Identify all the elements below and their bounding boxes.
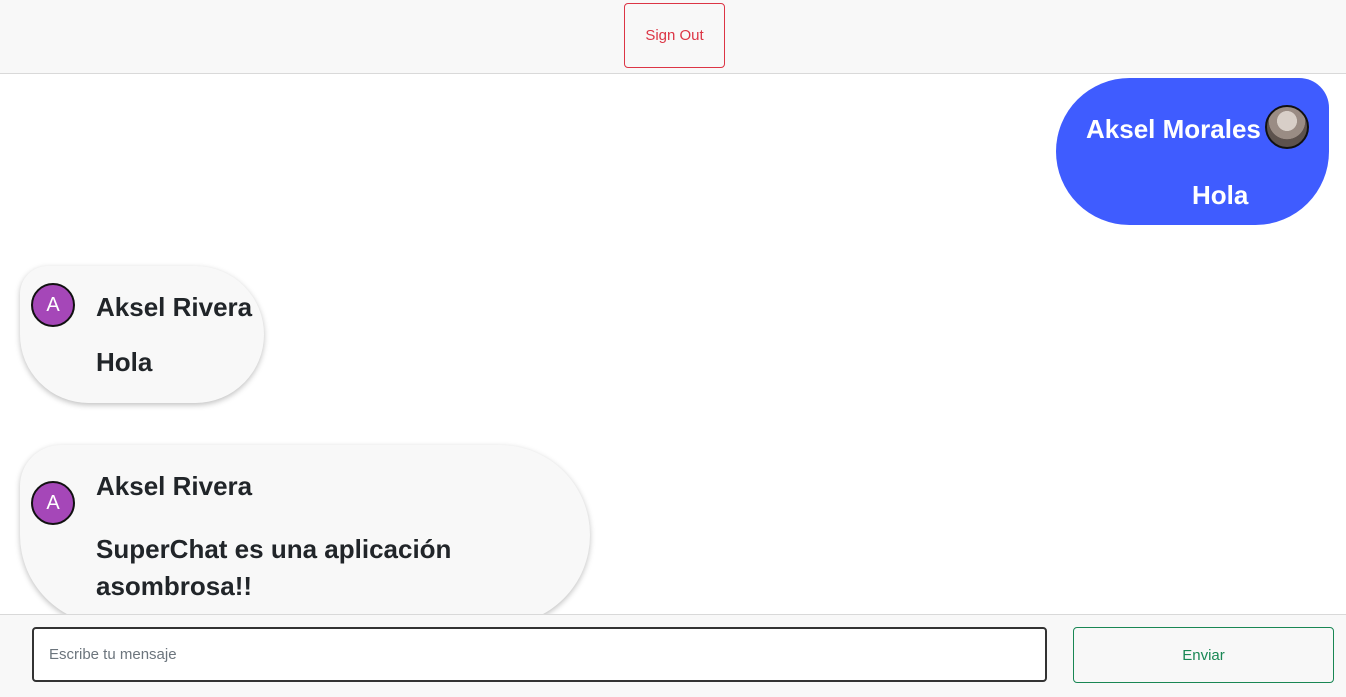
message-author: Aksel Rivera [96,471,253,501]
sign-out-button[interactable]: Sign Out [624,3,725,68]
message-input[interactable] [32,627,1047,682]
send-button[interactable]: Enviar [1073,627,1334,683]
user-avatar-photo [1265,105,1309,149]
message-author: Aksel Rivera [96,292,253,322]
message-text: SuperChat es una aplicación asombrosa!! [96,534,452,601]
message-bubble-sent: Aksel Morales Hola [1056,78,1329,225]
message-bubble-received: A Aksel Rivera Hola [20,266,264,403]
chat-messages: Aksel Morales Hola A Aksel Rivera Hola A… [0,74,1346,614]
message-bubble-received: A Aksel Rivera SuperChat es una aplicaci… [20,445,590,614]
avatar: A [31,481,75,525]
avatar: A [31,283,75,327]
top-bar: Sign Out [0,0,1346,74]
message-author: Aksel Morales [1086,114,1261,144]
message-text: Hola [1192,180,1249,210]
message-composer: Enviar [0,614,1346,697]
message-text: Hola [96,347,153,377]
